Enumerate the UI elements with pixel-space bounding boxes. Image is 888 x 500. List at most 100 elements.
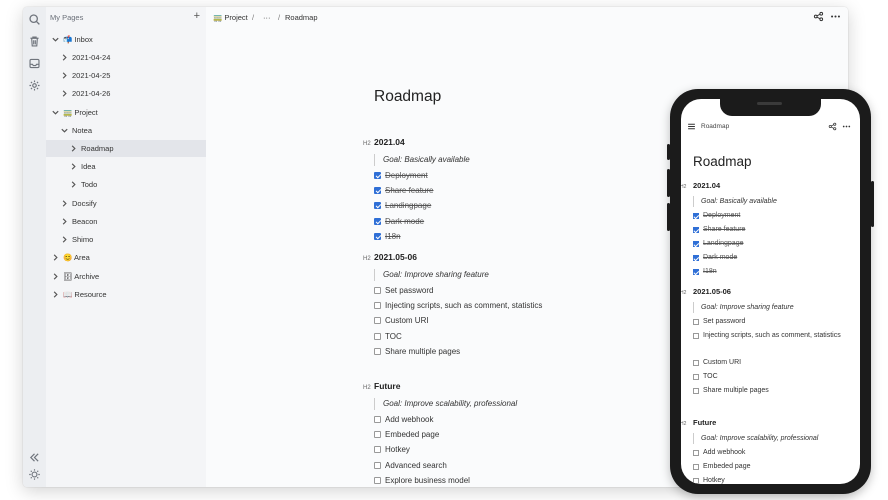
phone-breadcrumb[interactable]: Roadmap [701, 123, 729, 130]
section-heading[interactable]: 2021.05-06 [374, 252, 417, 262]
task-checkbox[interactable] [374, 461, 381, 469]
theme-icon[interactable] [28, 468, 41, 481]
breadcrumb-ellipsis[interactable]: ··· [263, 13, 271, 22]
task-checkbox[interactable] [374, 287, 381, 294]
chevron-right-icon[interactable] [60, 217, 69, 226]
task-checkbox[interactable] [374, 172, 381, 179]
task-item[interactable]: Deployment [693, 210, 853, 223]
section-heading[interactable]: 2021.04 [374, 137, 405, 147]
trash-icon[interactable] [28, 35, 41, 48]
chevron-down-icon[interactable] [60, 126, 69, 135]
task-checkbox[interactable] [374, 217, 381, 225]
section-goal[interactable]: Goal: Improve sharing feature [374, 269, 489, 281]
task-checkbox[interactable] [693, 333, 699, 339]
task-checkbox[interactable] [693, 373, 699, 380]
task-checkbox[interactable] [374, 446, 381, 454]
task-item[interactable]: Add webhook [693, 447, 853, 460]
plus-icon[interactable]: + [194, 10, 200, 22]
task-checkbox[interactable] [693, 464, 699, 470]
share-icon[interactable] [828, 122, 837, 131]
sidebar-item[interactable]: 🚃 Project [46, 104, 206, 121]
page-title[interactable]: Roadmap [374, 88, 441, 106]
chevron-right-icon[interactable] [69, 144, 78, 153]
chevron-right-icon[interactable] [69, 180, 78, 189]
task-text: Share multiple pages [703, 386, 769, 394]
task-checkbox[interactable] [374, 416, 381, 423]
task-checkbox[interactable] [693, 359, 699, 366]
sidebar-item[interactable]: Beacon [46, 213, 206, 230]
task-checkbox[interactable] [693, 269, 699, 275]
task-item[interactable]: TOC [693, 371, 853, 384]
sidebar-item-label: 🗄 Archive [63, 272, 100, 281]
breadcrumb-project[interactable]: 🚃 Project [213, 13, 248, 22]
menu-icon[interactable] [687, 122, 696, 131]
task-checkbox[interactable] [693, 450, 699, 456]
task-checkbox[interactable] [693, 319, 699, 325]
chevron-right-icon[interactable] [60, 199, 69, 208]
section-goal[interactable]: Goal: Improve scalability, professional [374, 398, 517, 410]
task-checkbox[interactable] [693, 241, 699, 247]
sidebar-item[interactable]: 🗄 Archive [46, 268, 206, 285]
task-checkbox[interactable] [374, 232, 381, 240]
heading-level-tag: H2 [681, 290, 687, 296]
task-checkbox[interactable] [693, 387, 699, 394]
chevron-right-icon[interactable] [60, 53, 69, 62]
inbox-icon[interactable] [28, 57, 41, 70]
phone-page-title: Roadmap [693, 154, 752, 169]
task-item[interactable]: Set password [693, 316, 853, 329]
task-item[interactable]: Dark mode [693, 252, 853, 265]
sidebar-item-label: Docsify [72, 199, 97, 208]
task-item[interactable]: Custom URI [693, 357, 853, 370]
sidebar-item[interactable]: Docsify [46, 195, 206, 212]
chevron-right-icon[interactable] [51, 290, 60, 299]
task-checkbox[interactable] [693, 255, 699, 261]
task-item[interactable]: Embeded page [693, 461, 853, 474]
section-heading: Future [693, 418, 717, 427]
task-checkbox[interactable] [374, 347, 381, 355]
task-checkbox[interactable] [374, 332, 381, 340]
task-checkbox[interactable] [374, 476, 381, 484]
sidebar-item[interactable]: 2021-04-25 [46, 67, 206, 84]
chevron-right-icon[interactable] [69, 162, 78, 171]
task-checkbox[interactable] [374, 317, 381, 325]
task-item[interactable]: Injecting scripts, such as comment, stat… [693, 330, 853, 343]
task-item[interactable]: Hotkey [693, 475, 853, 484]
task-checkbox[interactable] [374, 431, 381, 439]
task-item[interactable]: Share feature [693, 224, 853, 237]
more-icon[interactable] [842, 122, 851, 131]
sidebar-item[interactable]: Shimo [46, 231, 206, 248]
task-checkbox[interactable] [693, 227, 699, 233]
chevron-down-icon[interactable] [51, 108, 60, 117]
section-heading[interactable]: Future [374, 381, 400, 391]
task-checkbox[interactable] [374, 202, 381, 210]
task-item[interactable]: I18n [693, 266, 853, 279]
task-checkbox[interactable] [693, 213, 699, 219]
search-icon[interactable] [28, 13, 41, 26]
task-checkbox[interactable] [374, 187, 381, 195]
sidebar-item[interactable]: 📬 Inbox [46, 31, 206, 48]
breadcrumb-current[interactable]: Roadmap [285, 13, 318, 22]
sidebar-item[interactable]: Notea [46, 122, 206, 139]
collapse-icon[interactable] [28, 451, 41, 464]
sidebar-item[interactable]: 😊 Area [46, 249, 206, 266]
task-item[interactable]: Share multiple pages [693, 385, 853, 398]
section-goal[interactable]: Goal: Basically available [374, 154, 470, 166]
sidebar-item[interactable]: 2021-04-24 [46, 49, 206, 66]
sidebar-item[interactable]: 📖 Resource [46, 286, 206, 303]
settings-icon[interactable] [28, 79, 41, 92]
task-checkbox[interactable] [374, 302, 381, 310]
sidebar-item[interactable]: Roadmap [46, 140, 206, 157]
chevron-right-icon[interactable] [60, 235, 69, 244]
chevron-right-icon[interactable] [60, 71, 69, 80]
chevron-right-icon[interactable] [60, 89, 69, 98]
chevron-down-icon[interactable] [51, 35, 60, 44]
sidebar-item[interactable]: Todo [46, 176, 206, 193]
sidebar-item[interactable]: Idea [46, 158, 206, 175]
sidebar-item[interactable]: 2021-04-26 [46, 85, 206, 102]
task-checkbox[interactable] [693, 478, 699, 484]
chevron-right-icon[interactable] [51, 272, 60, 281]
task-item[interactable]: Landingpage [693, 238, 853, 251]
chevron-right-icon[interactable] [51, 253, 60, 262]
more-icon[interactable] [830, 11, 841, 22]
share-icon[interactable] [813, 11, 824, 22]
